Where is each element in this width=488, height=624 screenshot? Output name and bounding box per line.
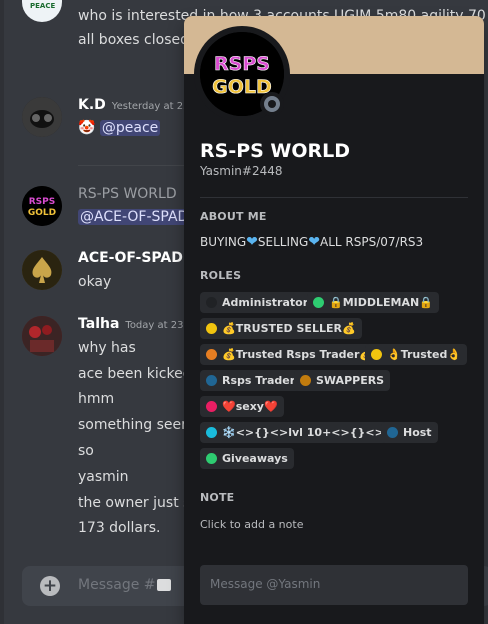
author-name[interactable]: K.D (78, 97, 106, 113)
message-line: yasmin (78, 469, 129, 485)
role-pill[interactable]: Giveaways (200, 448, 294, 469)
role-label: ❄️<>{}<>lvl 10+<>{}<>❄️ (222, 426, 398, 439)
role-label: Rsps Trader (222, 374, 296, 387)
role-pill[interactable]: 💰Trusted Rsps Trader💰 (200, 344, 380, 365)
role-label: 🔒MIDDLEMAN🔒 (329, 296, 433, 309)
role-color-dot (300, 375, 311, 386)
ace-avatar[interactable] (22, 250, 62, 290)
message-author[interactable]: K.D Yesterday at 23: (78, 97, 193, 113)
heart-icon: ❤ (246, 234, 258, 250)
role-pill[interactable]: SWAPPERS (294, 370, 391, 391)
about-part: ALL RSPS/07/RS3 (320, 235, 424, 249)
mention[interactable]: @peace (99, 120, 161, 136)
note-heading: NOTE (200, 491, 235, 504)
message-line: hmm (78, 391, 115, 407)
role-pill[interactable]: 👌Trusted👌 (365, 344, 468, 365)
clown-icon: 🤡 (78, 120, 96, 136)
svg-text:GOLD: GOLD (28, 208, 56, 218)
role-pill[interactable]: Rsps Trader (200, 370, 302, 391)
role-pill[interactable]: Administrator (200, 292, 315, 313)
role-label: ❤️sexy❤️ (222, 400, 278, 413)
message-line: ace been kicked? (78, 366, 200, 382)
role-label: Host (403, 426, 432, 439)
direct-message-input[interactable]: Message @Yasmin (200, 565, 468, 605)
message-line: so (78, 443, 94, 459)
svg-text:RSPS: RSPS (29, 197, 56, 207)
role-pill[interactable]: 💰TRUSTED SELLER💰 (200, 318, 362, 339)
role-pill[interactable]: Host (381, 422, 438, 443)
role-color-dot (206, 427, 217, 438)
about-part: BUYING (200, 235, 247, 249)
roles-heading: ROLES (200, 269, 242, 282)
role-color-dot (206, 349, 217, 360)
role-color-dot (206, 297, 217, 308)
role-label: Administrator (222, 296, 309, 309)
user-tag: Yasmin#2448 (200, 164, 283, 178)
divider (200, 197, 468, 198)
role-pill[interactable]: 🔒MIDDLEMAN🔒 (307, 292, 439, 313)
about-part: SELLING (257, 235, 309, 249)
role-label: 💰Trusted Rsps Trader💰 (222, 348, 374, 361)
message-line: why has (78, 340, 136, 356)
message-body: okay (78, 274, 112, 290)
peace-avatar[interactable]: PEACE (22, 0, 62, 22)
role-pill[interactable]: ❄️<>{}<>lvl 10+<>{}<>❄️ (200, 422, 404, 443)
role-label: Giveaways (222, 452, 288, 465)
note-input[interactable]: Click to add a note (200, 518, 303, 531)
user-profile-popout: RSPS GOLD RS-PS WORLD Yasmin#2448 ABOUT … (184, 16, 484, 624)
role-label: 👌Trusted👌 (387, 348, 462, 361)
message-author[interactable]: Talha Today at 23:0 (78, 316, 193, 332)
composer-placeholder[interactable]: Message # (78, 577, 156, 593)
role-color-dot (206, 323, 217, 334)
rsps-avatar[interactable]: RSPS GOLD (22, 186, 62, 226)
role-label: 💰TRUSTED SELLER💰 (222, 322, 356, 335)
message-divider (78, 165, 188, 166)
talha-avatar[interactable] (22, 316, 62, 356)
role-color-dot (313, 297, 324, 308)
message-body: 🤡 @peace (78, 120, 161, 136)
role-color-dot (387, 427, 398, 438)
add-attachment-button[interactable]: + (40, 576, 60, 596)
role-color-dot (371, 349, 382, 360)
message-author[interactable]: RS-PS WORLD (78, 186, 177, 202)
status-hole (268, 100, 276, 108)
role-color-dot (206, 375, 217, 386)
role-pill[interactable]: ❤️sexy❤️ (200, 396, 284, 417)
author-name[interactable]: Talha (78, 316, 119, 332)
message-placeholder[interactable]: Message @Yasmin (210, 577, 320, 591)
display-name: RS-PS WORLD (200, 140, 351, 162)
heart-icon: ❤ (308, 234, 321, 250)
message-line: 173 dollars. (78, 520, 161, 536)
role-label: SWAPPERS (316, 374, 385, 387)
left-edge (0, 0, 4, 624)
about-heading: ABOUT ME (200, 210, 267, 223)
timestamp: Yesterday at 23: (111, 101, 193, 112)
avatar-text-top: RSPS (214, 53, 270, 75)
about-me-text: BUYING❤SELLING❤ALL RSPS/07/RS3 (200, 234, 423, 250)
chat-icon[interactable] (157, 579, 171, 591)
role-color-dot (206, 401, 217, 412)
kd-avatar[interactable] (22, 97, 62, 137)
role-color-dot (206, 453, 217, 464)
